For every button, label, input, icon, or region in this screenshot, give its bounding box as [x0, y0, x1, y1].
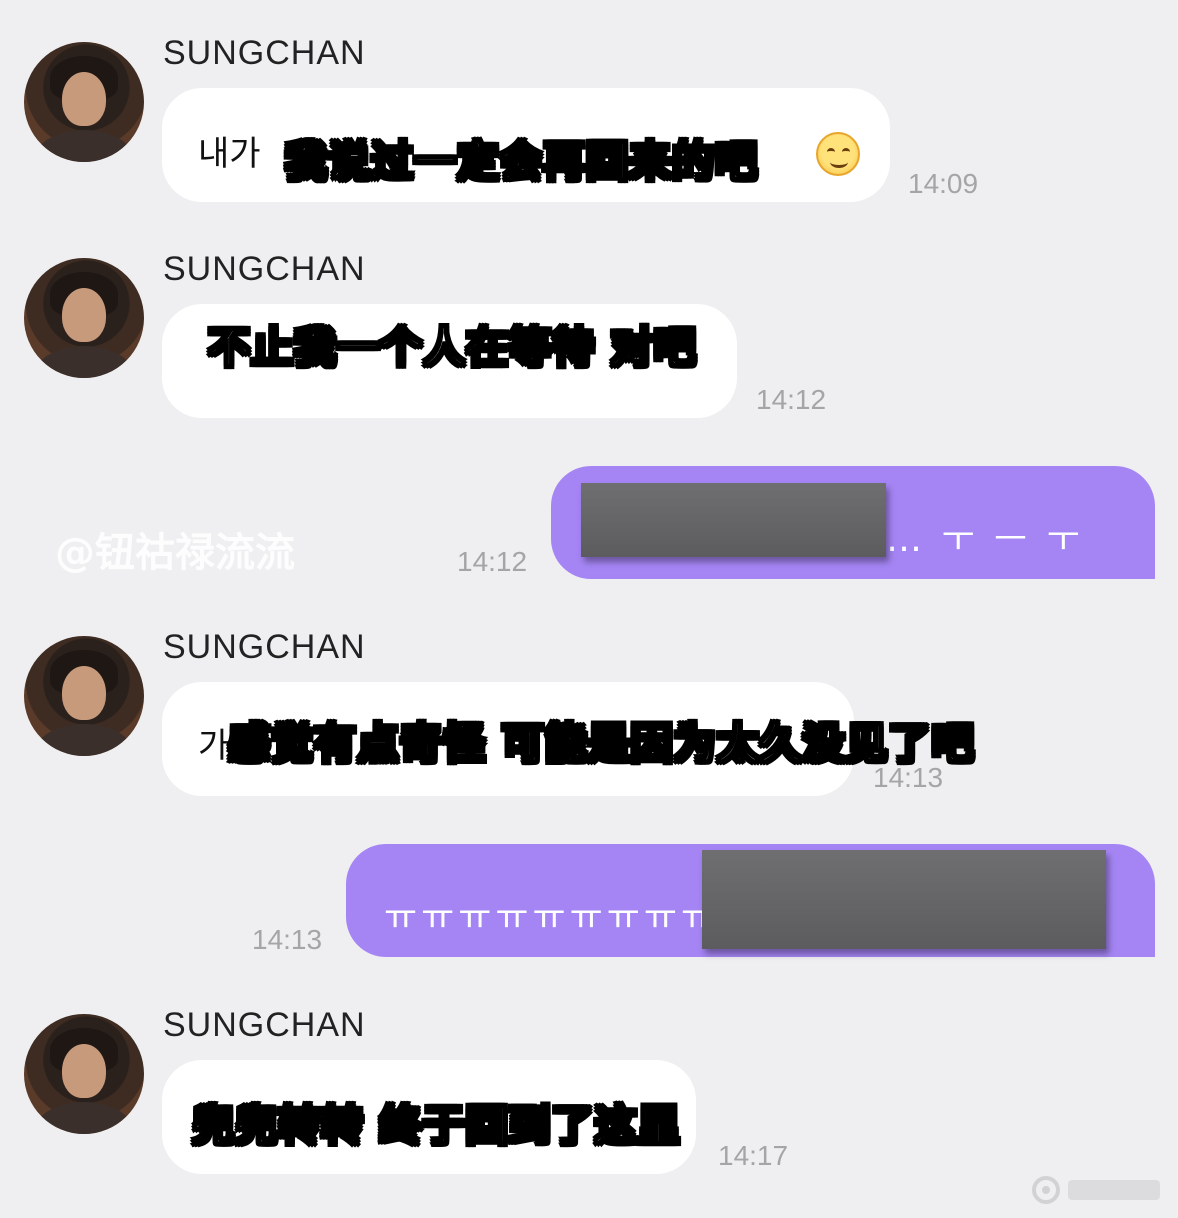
avatar[interactable] [24, 1014, 144, 1134]
message-timestamp: 14:09 [908, 168, 979, 199]
subtitle-caption: 不止我一个人在等待 对吧 [207, 322, 697, 373]
avatar[interactable] [24, 636, 144, 756]
message-text: 가 [198, 726, 230, 766]
message-text: … ㅜ ㅡ ㅜ [886, 519, 1084, 560]
avatar-shirt [34, 130, 134, 162]
message-timestamp: 14:17 [718, 1140, 789, 1171]
avatar-face [62, 288, 106, 342]
avatar-shirt [34, 1102, 134, 1134]
smiling-face-emoji-icon [816, 132, 860, 176]
avatar-face [62, 72, 106, 126]
message-text: 내가 [198, 134, 261, 174]
avatar[interactable] [24, 258, 144, 378]
subtitle-caption: 我说过一定会再回来的吧 [284, 136, 759, 187]
sender-name: SUNGCHAN [163, 628, 366, 666]
watermark: @钮祜禄流流 [55, 530, 295, 576]
avatar-shirt [34, 724, 134, 756]
message-text: ㅠㅠㅠㅠㅠㅠㅠㅠㅠ [384, 897, 719, 938]
sender-name: SUNGCHAN [163, 1006, 366, 1044]
message-timestamp: 14:12 [756, 384, 827, 415]
message-timestamp: 14:13 [252, 924, 323, 955]
censor-block [702, 850, 1106, 949]
platform-logo-icon [1032, 1176, 1160, 1204]
censor-block [581, 483, 886, 557]
subtitle-caption: 感觉有点奇怪 可能是因为太久没见了吧 [227, 718, 975, 769]
message-timestamp: 14:12 [457, 546, 528, 577]
avatar[interactable] [24, 42, 144, 162]
avatar-face [62, 1044, 106, 1098]
sender-name: SUNGCHAN [163, 34, 366, 72]
avatar-face [62, 666, 106, 720]
subtitle-caption: 兜兜转转 终于回到了这里 [191, 1100, 681, 1151]
avatar-shirt [34, 346, 134, 378]
sender-name: SUNGCHAN [163, 250, 366, 288]
